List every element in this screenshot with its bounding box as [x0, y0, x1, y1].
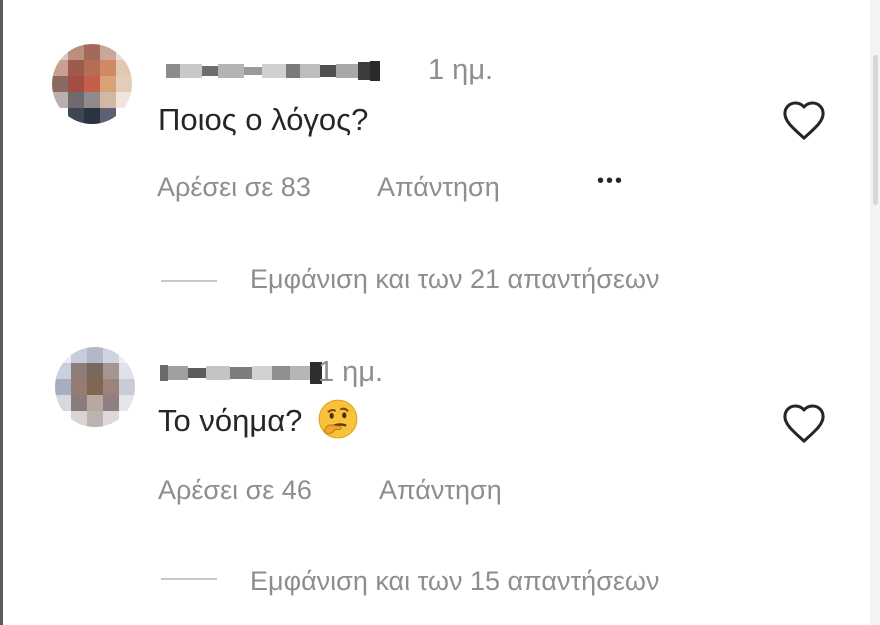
- heart-icon[interactable]: [781, 402, 827, 444]
- view-replies-button[interactable]: Εμφάνιση και των 15 απαντήσεων: [250, 568, 659, 595]
- scrollbar-thumb[interactable]: [873, 55, 878, 205]
- avatar[interactable]: [55, 347, 135, 427]
- comment-time: 1 ημ.: [428, 54, 494, 86]
- avatar[interactable]: [52, 44, 132, 124]
- username-redacted[interactable]: [160, 358, 322, 388]
- comment-time: 1 ημ.: [318, 356, 384, 388]
- heart-icon[interactable]: [781, 99, 827, 141]
- replies-divider: [161, 578, 217, 580]
- comments-panel: 1 ημ. Ποιος ο λόγος? Αρέσει σε 83 Απάντη…: [0, 0, 880, 625]
- reply-button[interactable]: Απάντηση: [379, 477, 502, 504]
- more-options-icon[interactable]: •••: [597, 171, 624, 191]
- window-edge: [0, 0, 3, 625]
- reply-button[interactable]: Απάντηση: [377, 174, 500, 201]
- comment-text: Το νόημα?: [158, 399, 359, 440]
- like-count[interactable]: Αρέσει σε 46: [158, 477, 312, 504]
- comment-text-content: Το νόημα?: [158, 403, 303, 438]
- username-redacted[interactable]: [166, 56, 380, 86]
- thinking-face-emoji: [318, 399, 358, 439]
- replies-divider: [161, 280, 217, 282]
- scrollbar[interactable]: [870, 0, 880, 625]
- view-replies-button[interactable]: Εμφάνιση και των 21 απαντήσεων: [250, 266, 659, 293]
- like-count[interactable]: Αρέσει σε 83: [157, 174, 311, 201]
- comment-text: Ποιος ο λόγος?: [158, 102, 369, 137]
